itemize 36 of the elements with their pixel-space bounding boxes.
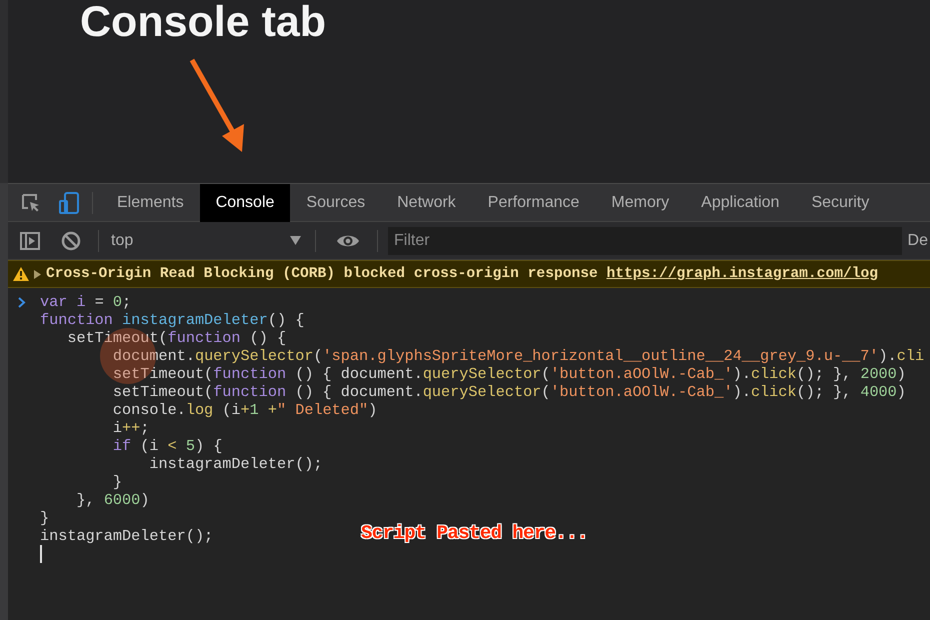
warning-icon	[13, 267, 29, 281]
text-caret	[40, 545, 42, 563]
code-line: instagramDeleter();	[148, 455, 323, 473]
annotation-caption: Script Pasted here...	[361, 522, 588, 544]
tab[interactable]: Network	[381, 184, 472, 222]
annotation-title: Console tab	[80, 0, 326, 44]
tab[interactable]: Sources	[290, 184, 382, 222]
code-line: console.log (i+1 +" Deleted")	[112, 401, 378, 419]
code-line: setTimeout(function () {	[66, 329, 286, 347]
code-line: setTimeout(function () { document.querySelector('button.aOOlW.-Cab_').click(); }, 2000)	[112, 365, 906, 383]
warning-message: Cross-Origin Read Blocking (CORB) blocked cross-origin response https://graph.instagram.com/log	[46, 266, 878, 282]
dropdown-icon	[290, 236, 301, 245]
code-line: }, 6000)	[75, 491, 150, 509]
tab[interactable]: Elements	[101, 184, 200, 222]
tab[interactable]: Memory	[595, 184, 686, 222]
levels-dropdown[interactable]: De	[908, 232, 930, 250]
code-line: function instagramDeleter() {	[40, 311, 304, 329]
code-line: i++;	[112, 419, 150, 437]
expand-icon[interactable]	[34, 270, 41, 278]
code-line: if (i < 5) {	[112, 437, 222, 455]
tab[interactable]: Console	[200, 184, 290, 222]
code-line: instagramDeleter();	[40, 527, 214, 545]
clear-icon[interactable]	[61, 230, 81, 250]
device-icon[interactable]	[58, 190, 80, 214]
code-line: }	[40, 509, 50, 527]
tab[interactable]: Security	[795, 184, 886, 222]
context-select[interactable]: top	[107, 232, 307, 250]
code-line: var i = 0;	[40, 293, 132, 311]
filter-field[interactable]: Filter	[388, 226, 902, 254]
code-line: setTimeout(function () { document.querySelector('button.aOOlW.-Cab_').click(); }, 4000)	[112, 383, 906, 401]
warning-link[interactable]: https://graph.instagram.com/log	[606, 266, 878, 282]
sidebar-icon[interactable]	[20, 232, 40, 250]
code-line: document.querySelector('span.glyphsSpriteMore_horizontal__outline__24__grey_9.u-__7').cli	[112, 347, 924, 365]
code-line: }	[112, 473, 122, 491]
tab[interactable]: Performance	[472, 184, 596, 222]
tab[interactable]: Application	[685, 184, 796, 222]
